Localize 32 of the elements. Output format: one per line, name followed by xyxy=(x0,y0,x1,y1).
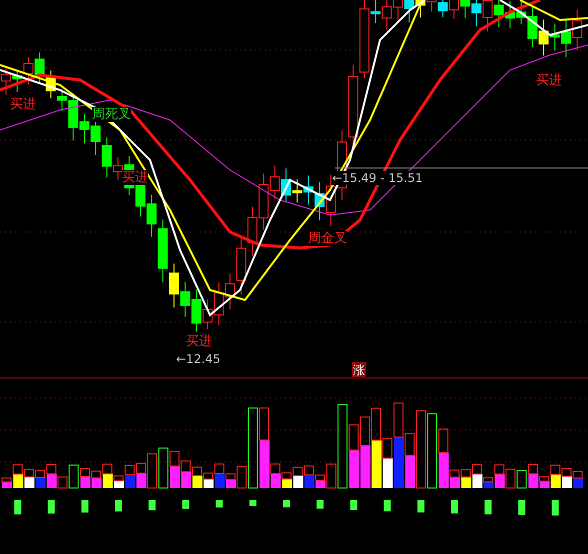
candle xyxy=(34,52,45,84)
candle xyxy=(180,282,190,318)
candle xyxy=(561,20,571,58)
price-range-label: ←15.49 - 15.51 xyxy=(332,171,423,185)
candle xyxy=(494,0,504,28)
candle xyxy=(538,19,549,56)
candle xyxy=(482,0,493,32)
candle xyxy=(202,298,213,330)
dead-cross-label: 周死叉 xyxy=(92,107,131,122)
buy-signal-label: 买进 xyxy=(10,97,36,112)
candle xyxy=(572,9,582,51)
candle xyxy=(281,168,291,202)
candle xyxy=(505,0,515,29)
buy-signal-label: 买进 xyxy=(186,334,212,349)
candle xyxy=(292,178,302,203)
rise-badge: 涨 xyxy=(352,362,366,377)
candle xyxy=(550,23,560,51)
candle xyxy=(247,206,258,257)
candle xyxy=(12,69,22,93)
buy-signal-label: 买进 xyxy=(536,73,562,88)
candle xyxy=(191,289,202,332)
golden-cross-label: 周金叉 xyxy=(308,231,347,246)
candle xyxy=(1,68,11,96)
buy-signal-label: 买进 xyxy=(122,170,148,185)
candle xyxy=(314,182,325,221)
candle xyxy=(46,70,56,99)
low-price-label: ←12.45 xyxy=(176,352,220,366)
candle xyxy=(214,282,224,326)
candle xyxy=(303,174,314,205)
candle xyxy=(404,0,414,23)
candle xyxy=(449,0,459,20)
candle xyxy=(23,56,34,86)
